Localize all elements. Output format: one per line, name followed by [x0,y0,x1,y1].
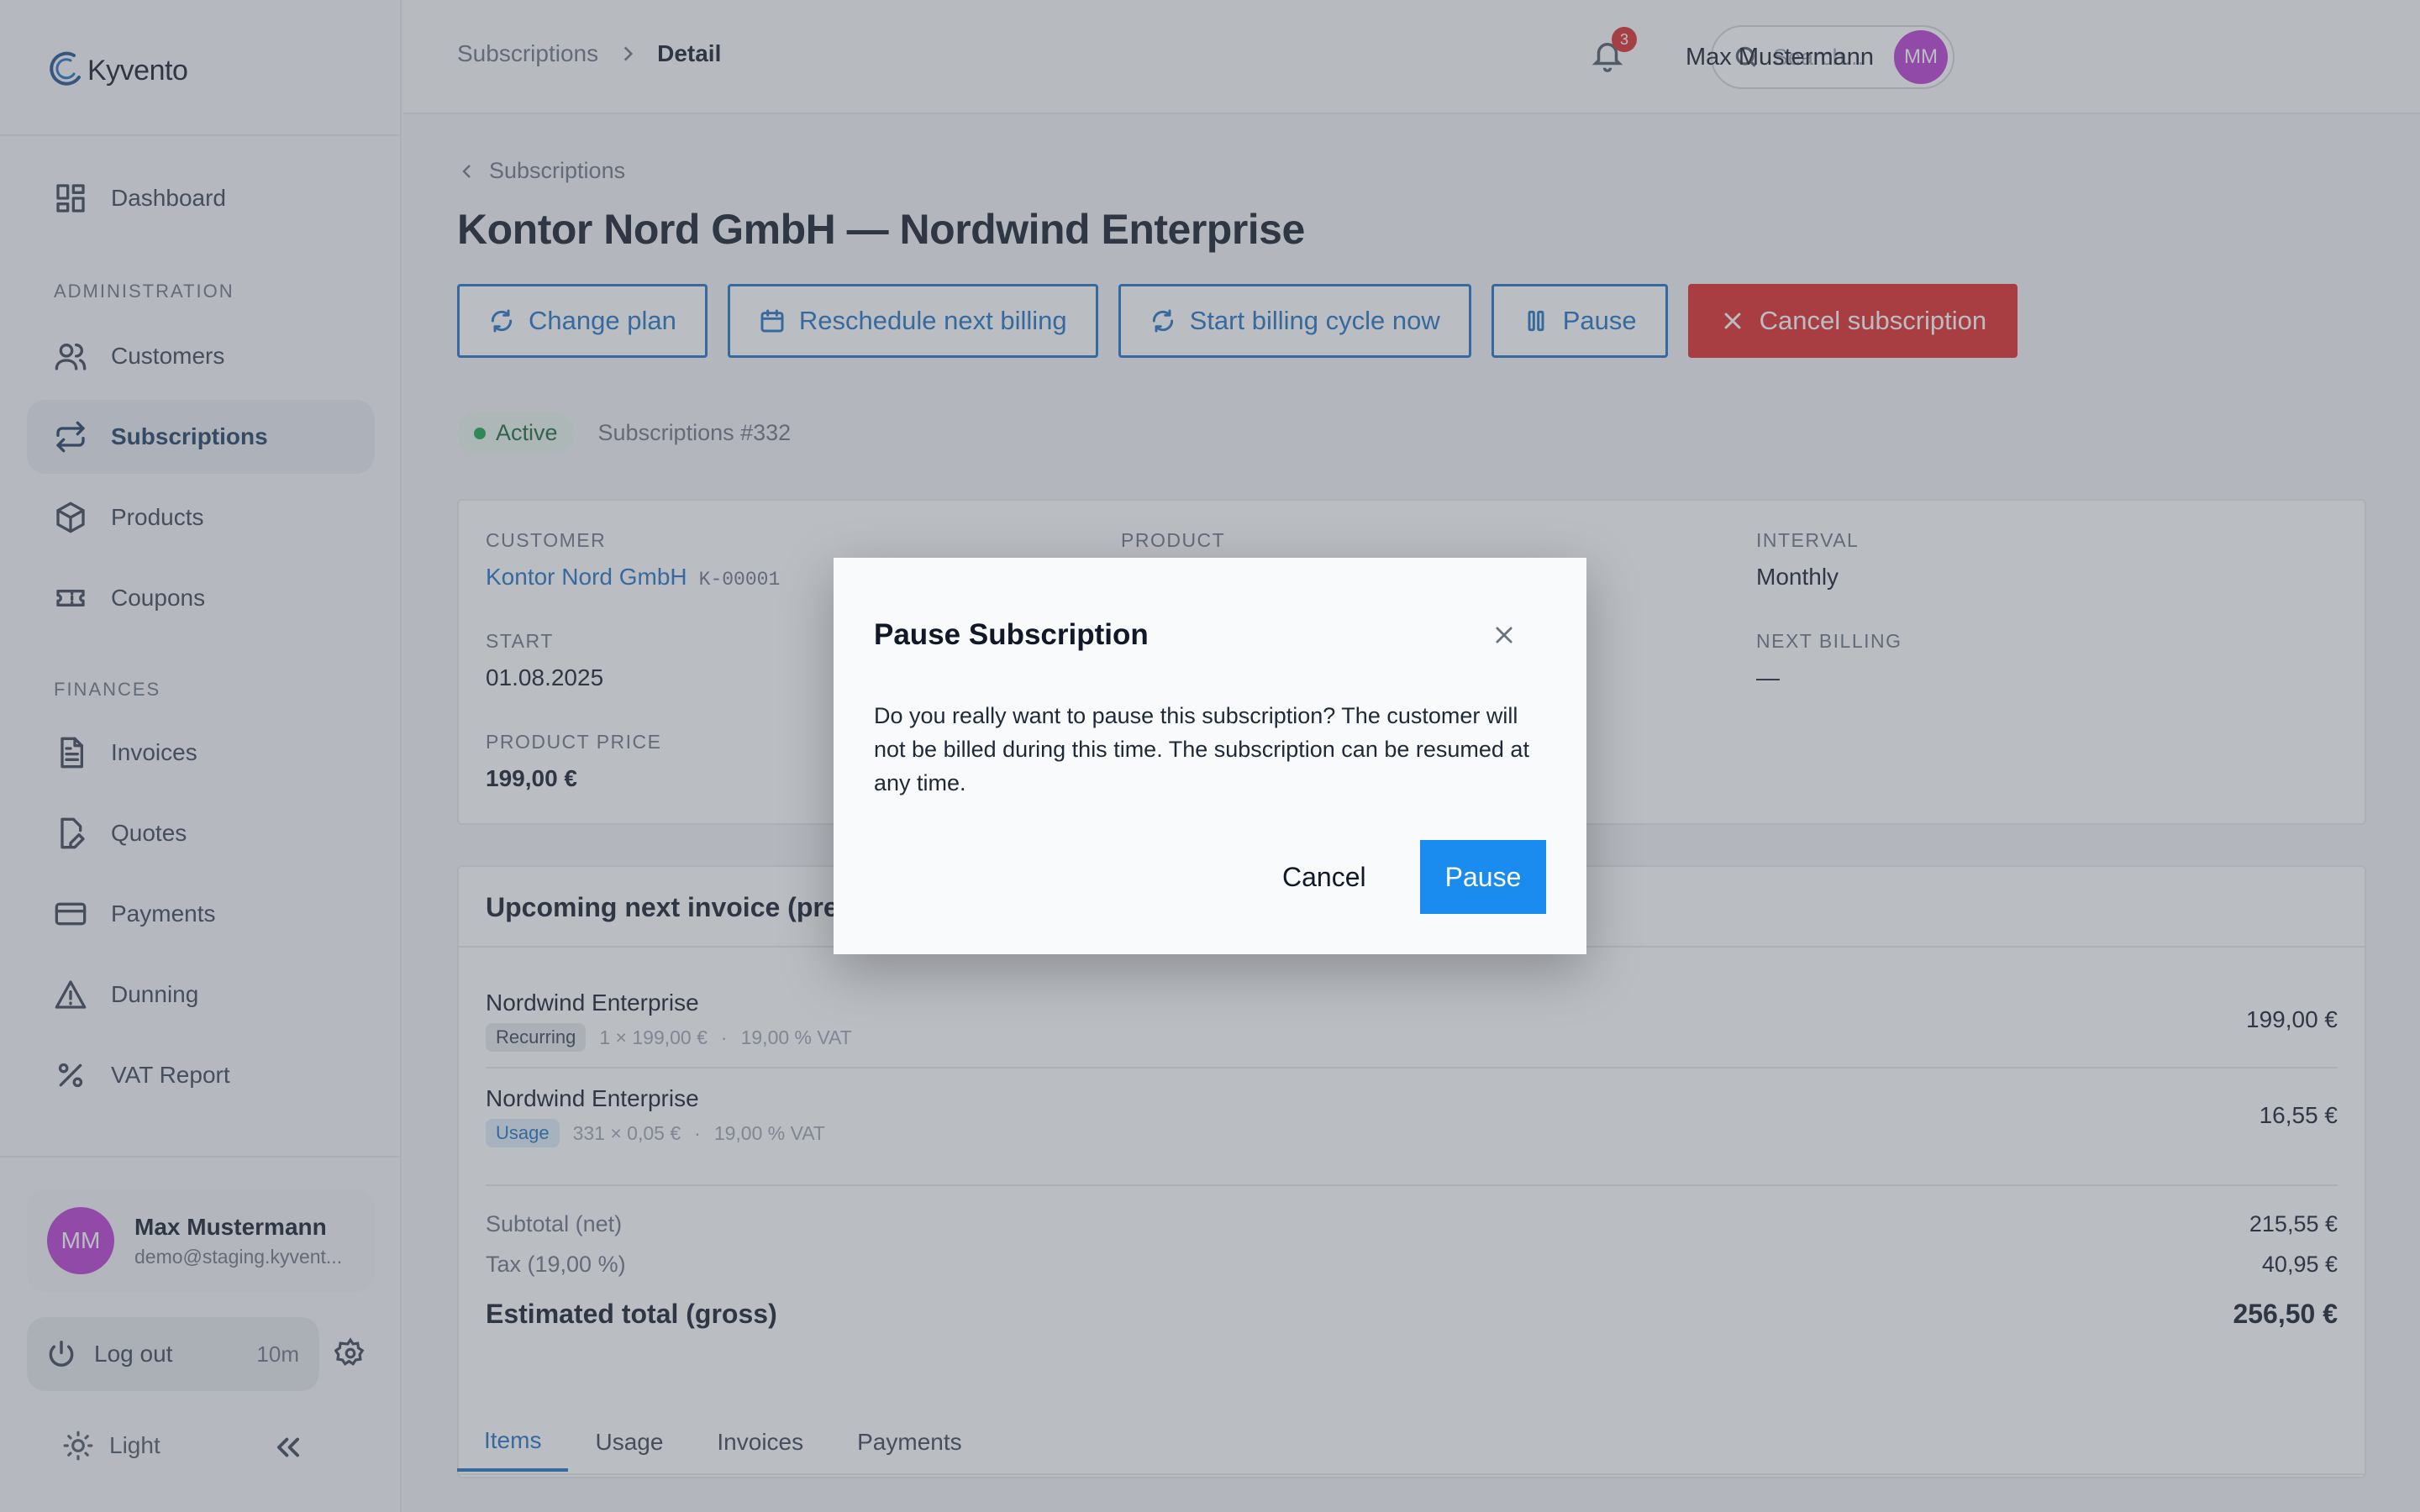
close-icon[interactable] [1492,623,1516,647]
dialog-message: Do you really want to pause this subscri… [874,703,1529,795]
app: Kyvento Dashboard ADMINISTRATION Custome… [0,0,2420,1512]
dialog-title: Pause Subscription [874,618,1149,651]
cancel-button[interactable]: Cancel [1264,840,1385,914]
confirm-pause-button[interactable]: Pause [1420,840,1546,914]
pause-subscription-dialog: Pause Subscription Do you really want to… [834,558,1586,954]
